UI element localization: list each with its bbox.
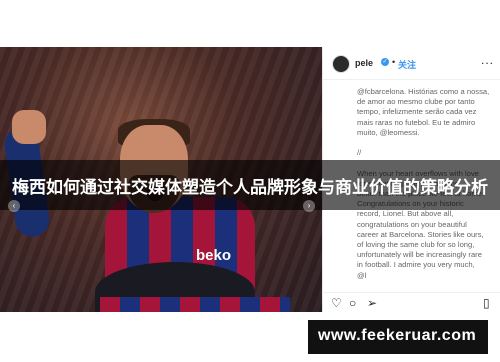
- post-header: pele ✓ • 关注 ...: [323, 47, 500, 80]
- username[interactable]: pele: [355, 58, 373, 68]
- chevron-right-icon[interactable]: ›: [303, 200, 315, 212]
- chevron-left-icon[interactable]: ‹: [8, 200, 20, 212]
- article-title: 梅西如何通过社交媒体塑造个人品牌形象与商业价值的策略分析: [12, 178, 488, 198]
- raised-fist: [12, 110, 46, 144]
- bookmark-icon[interactable]: ▯: [483, 296, 490, 310]
- post-actions: ♡ ○ ➢ ▯: [323, 292, 500, 313]
- separator: •: [392, 57, 396, 67]
- article-hero: beko pele ✓ • 关注 ... @fcbarcelona. Histó…: [0, 0, 500, 362]
- jersey-sponsor: beko: [196, 247, 232, 264]
- teammate-jersey: [100, 297, 290, 312]
- verified-badge-icon: ✓: [381, 58, 389, 66]
- watermark-text: www.feekeruar.com: [318, 327, 477, 344]
- more-options-button[interactable]: ...: [481, 53, 494, 67]
- follow-button[interactable]: 关注: [398, 58, 416, 71]
- heart-icon[interactable]: ♡: [331, 296, 342, 310]
- comment-icon[interactable]: ○: [349, 296, 356, 310]
- avatar[interactable]: [332, 55, 350, 73]
- share-icon[interactable]: ➢: [367, 296, 377, 310]
